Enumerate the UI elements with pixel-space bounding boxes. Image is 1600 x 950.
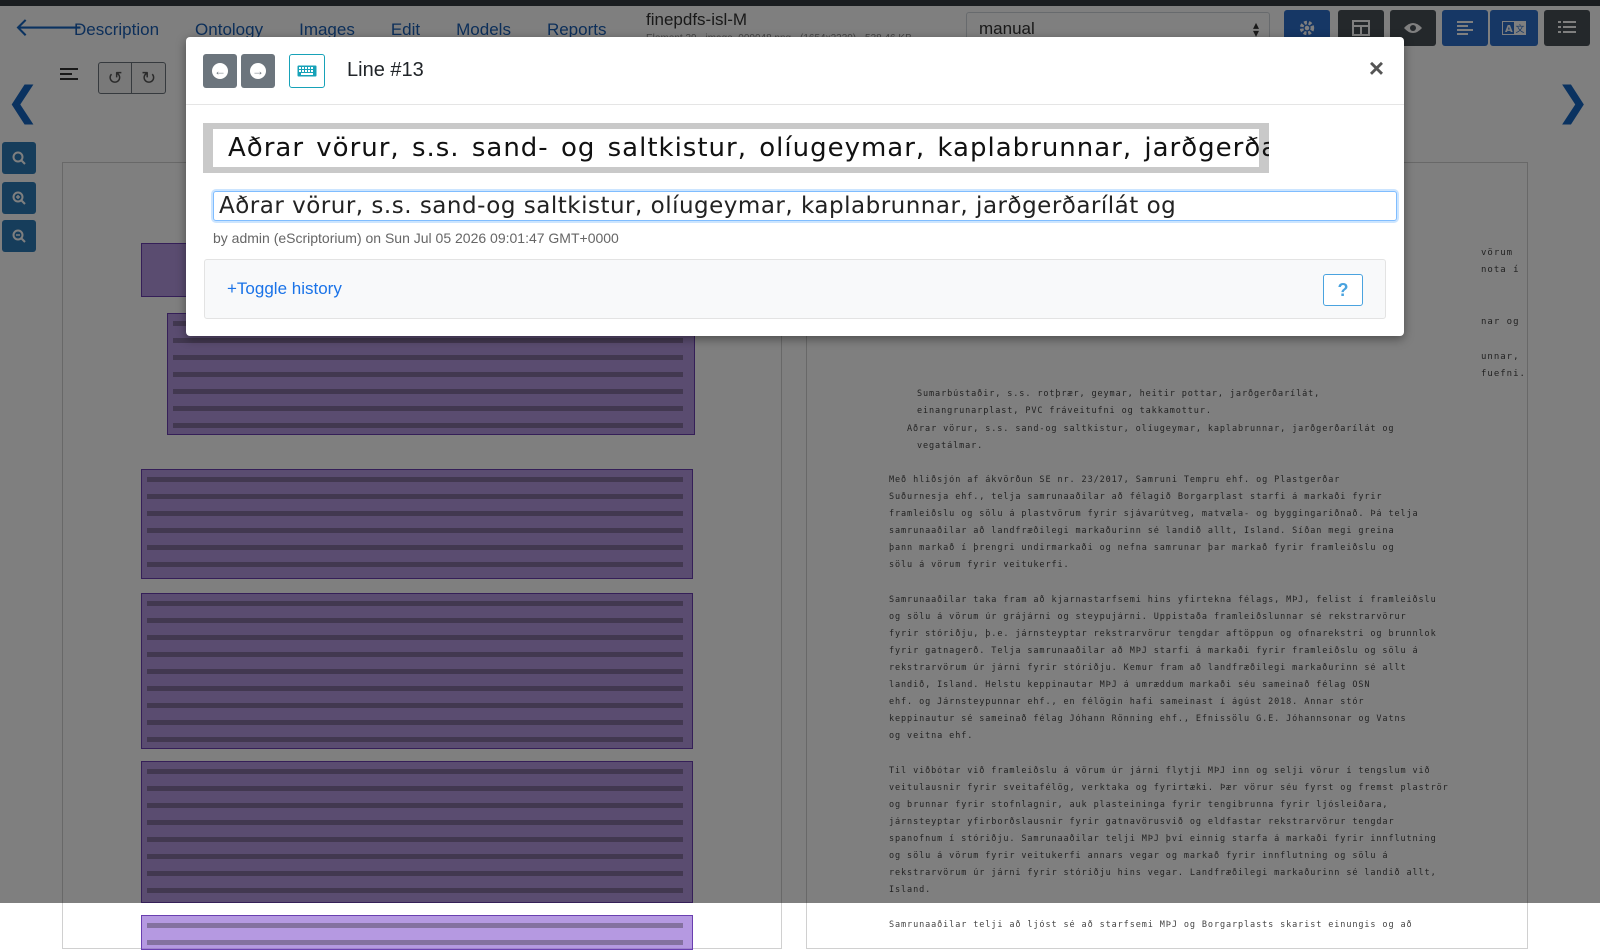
arrow-right-icon: →	[250, 63, 266, 79]
transcription-line[interactable]: Samrunaaðilar telji að ljóst sé að starf…	[889, 920, 1413, 930]
transcription-input[interactable]: Aðrar vörur, s.s. sand-og saltkistur, ol…	[213, 191, 1397, 221]
line-image-text: Aðrar vörur, s.s. sand- og saltkistur, o…	[228, 133, 1269, 163]
segment-text-line[interactable]	[147, 940, 683, 945]
close-icon[interactable]: ×	[1369, 53, 1384, 83]
segment-text-line[interactable]	[147, 923, 683, 928]
toggle-history-link[interactable]: +Toggle history	[227, 279, 342, 299]
keyboard-icon	[297, 65, 317, 77]
arrow-left-icon: ←	[212, 63, 228, 79]
modal-title: Line #13	[347, 59, 424, 81]
history-box: +Toggle history ?	[204, 259, 1386, 319]
line-edit-modal: ← → Line #13 × Aðrar vörur, s.s. sand- o…	[186, 37, 1404, 336]
help-button[interactable]: ?	[1323, 274, 1363, 306]
version-byline: by admin (eScriptorium) on Sun Jul 05 20…	[213, 230, 619, 246]
previous-line-button[interactable]: ←	[203, 54, 237, 88]
line-image-crop: Aðrar vörur, s.s. sand- og saltkistur, o…	[203, 123, 1269, 173]
next-line-button[interactable]: →	[241, 54, 275, 88]
modal-header: ← → Line #13 ×	[186, 37, 1404, 105]
virtual-keyboard-button[interactable]	[289, 54, 325, 88]
